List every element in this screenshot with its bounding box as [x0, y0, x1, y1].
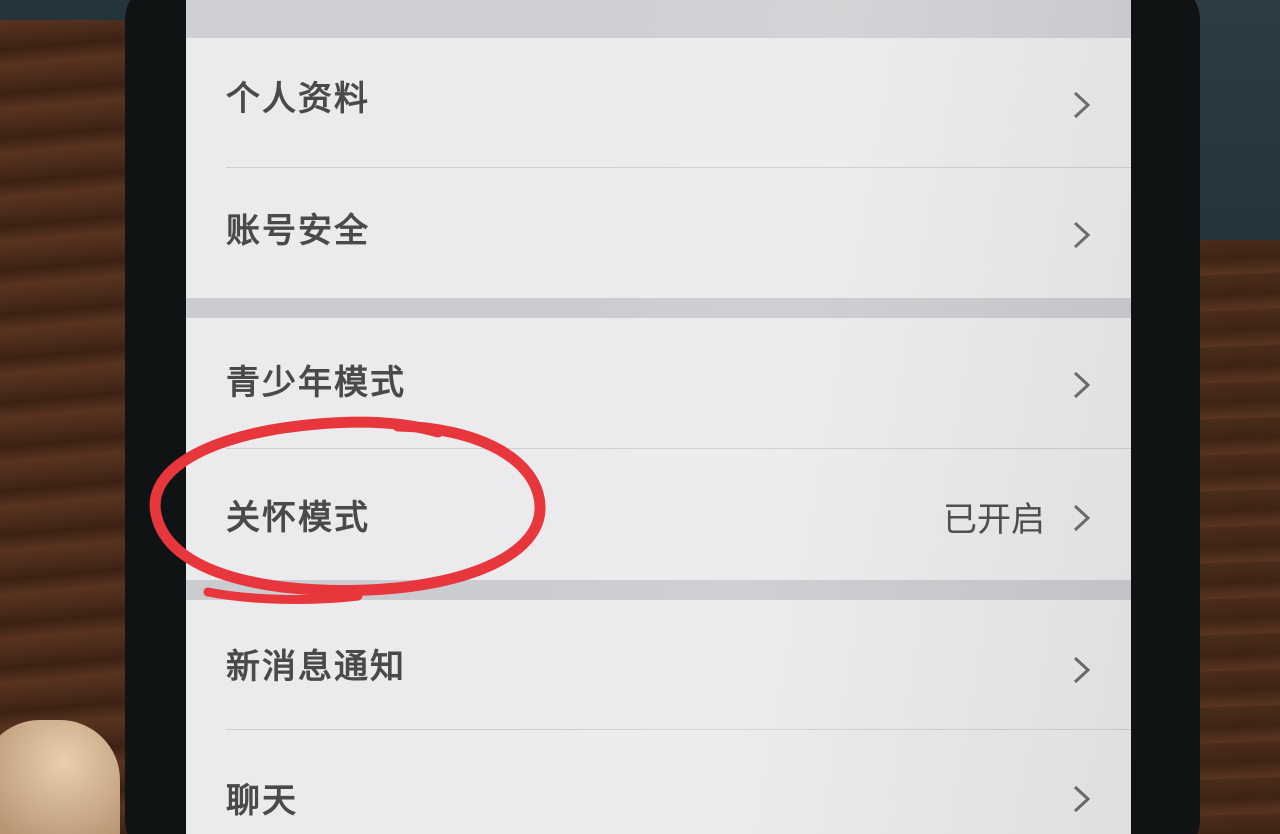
group-separator	[186, 298, 1131, 318]
row-care-mode-status: 已开启	[943, 500, 1045, 540]
thumb	[0, 720, 120, 834]
chevron-right-icon	[1073, 785, 1091, 813]
row-chat[interactable]: 聊天	[186, 730, 1131, 834]
chevron-right-icon	[1073, 91, 1091, 119]
row-profile-label: 个人资料	[226, 79, 370, 119]
row-teen-mode-label: 青少年模式	[226, 363, 406, 403]
row-account-security[interactable]: 账号安全	[186, 168, 1131, 298]
top-strip	[186, 0, 1131, 38]
row-new-message-notification[interactable]: 新消息通知	[186, 600, 1131, 730]
row-new-message-notification-label: 新消息通知	[226, 647, 406, 687]
wood-table-left	[0, 20, 130, 834]
chevron-right-icon	[1073, 656, 1091, 684]
row-teen-mode[interactable]: 青少年模式	[186, 318, 1131, 449]
group-separator	[186, 580, 1131, 600]
chevron-right-icon	[1073, 371, 1091, 399]
row-chat-label: 聊天	[226, 781, 298, 821]
row-care-mode-label: 关怀模式	[226, 498, 370, 538]
row-account-security-label: 账号安全	[226, 211, 370, 251]
photo-scene: 个人资料 账号安全 青少年模式 关怀模式 已开启 新消息通知 聊天	[0, 0, 1280, 834]
settings-group-messages: 新消息通知 聊天	[186, 600, 1131, 834]
settings-group-modes: 青少年模式 关怀模式 已开启	[186, 318, 1131, 580]
chevron-right-icon	[1073, 504, 1091, 532]
row-care-mode[interactable]: 关怀模式 已开启	[186, 449, 1131, 580]
row-profile[interactable]: 个人资料	[186, 38, 1131, 168]
settings-group-account: 个人资料 账号安全	[186, 38, 1131, 298]
chevron-right-icon	[1073, 221, 1091, 249]
settings-screen: 个人资料 账号安全 青少年模式 关怀模式 已开启 新消息通知 聊天	[186, 0, 1131, 834]
